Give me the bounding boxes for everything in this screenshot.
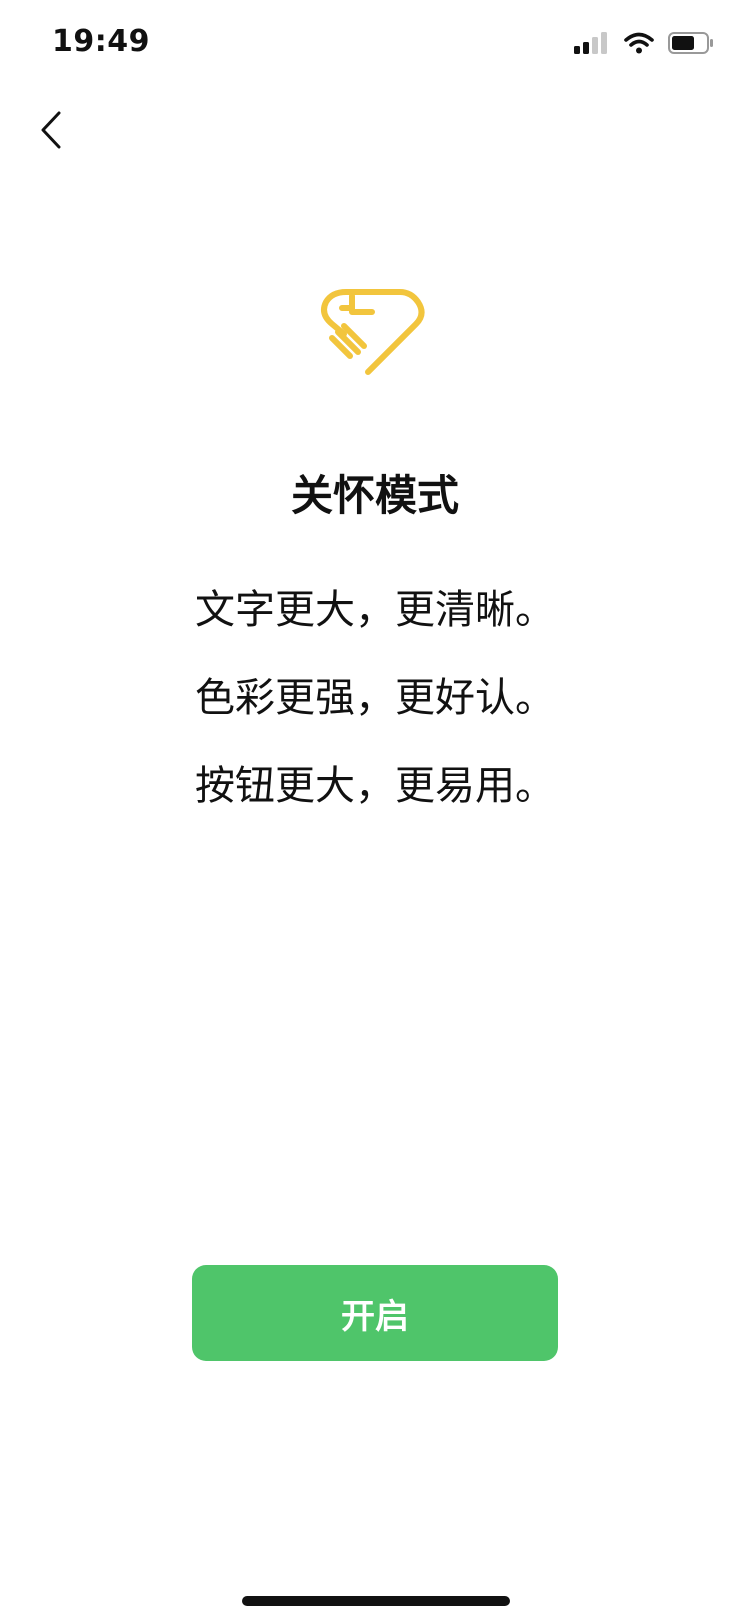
enable-button-label: 开启 [341,1296,409,1337]
home-indicator[interactable] [242,1596,510,1606]
feature-color-contrast: 色彩更强，更好认。 [195,675,555,721]
status-bar: 19:49 [0,0,750,90]
page-title: 关怀模式 [290,471,459,520]
battery-icon [668,32,713,54]
signal-icon [574,32,607,54]
care-mode-heart-hand-icon [321,289,425,375]
enable-button[interactable]: 开启 [192,1265,558,1361]
wifi-icon [624,32,654,54]
feature-list: 文字更大，更清晰。 色彩更强，更好认。 按钮更大，更易用。 [0,566,750,830]
feature-button-size: 按钮更大，更易用。 [195,763,555,809]
chevron-left-icon [41,111,61,149]
back-button[interactable] [22,100,82,160]
status-icons [574,32,714,54]
care-mode-icon [318,278,432,388]
feature-text-size: 文字更大，更清晰。 [195,587,555,633]
status-time: 19:49 [52,24,150,59]
